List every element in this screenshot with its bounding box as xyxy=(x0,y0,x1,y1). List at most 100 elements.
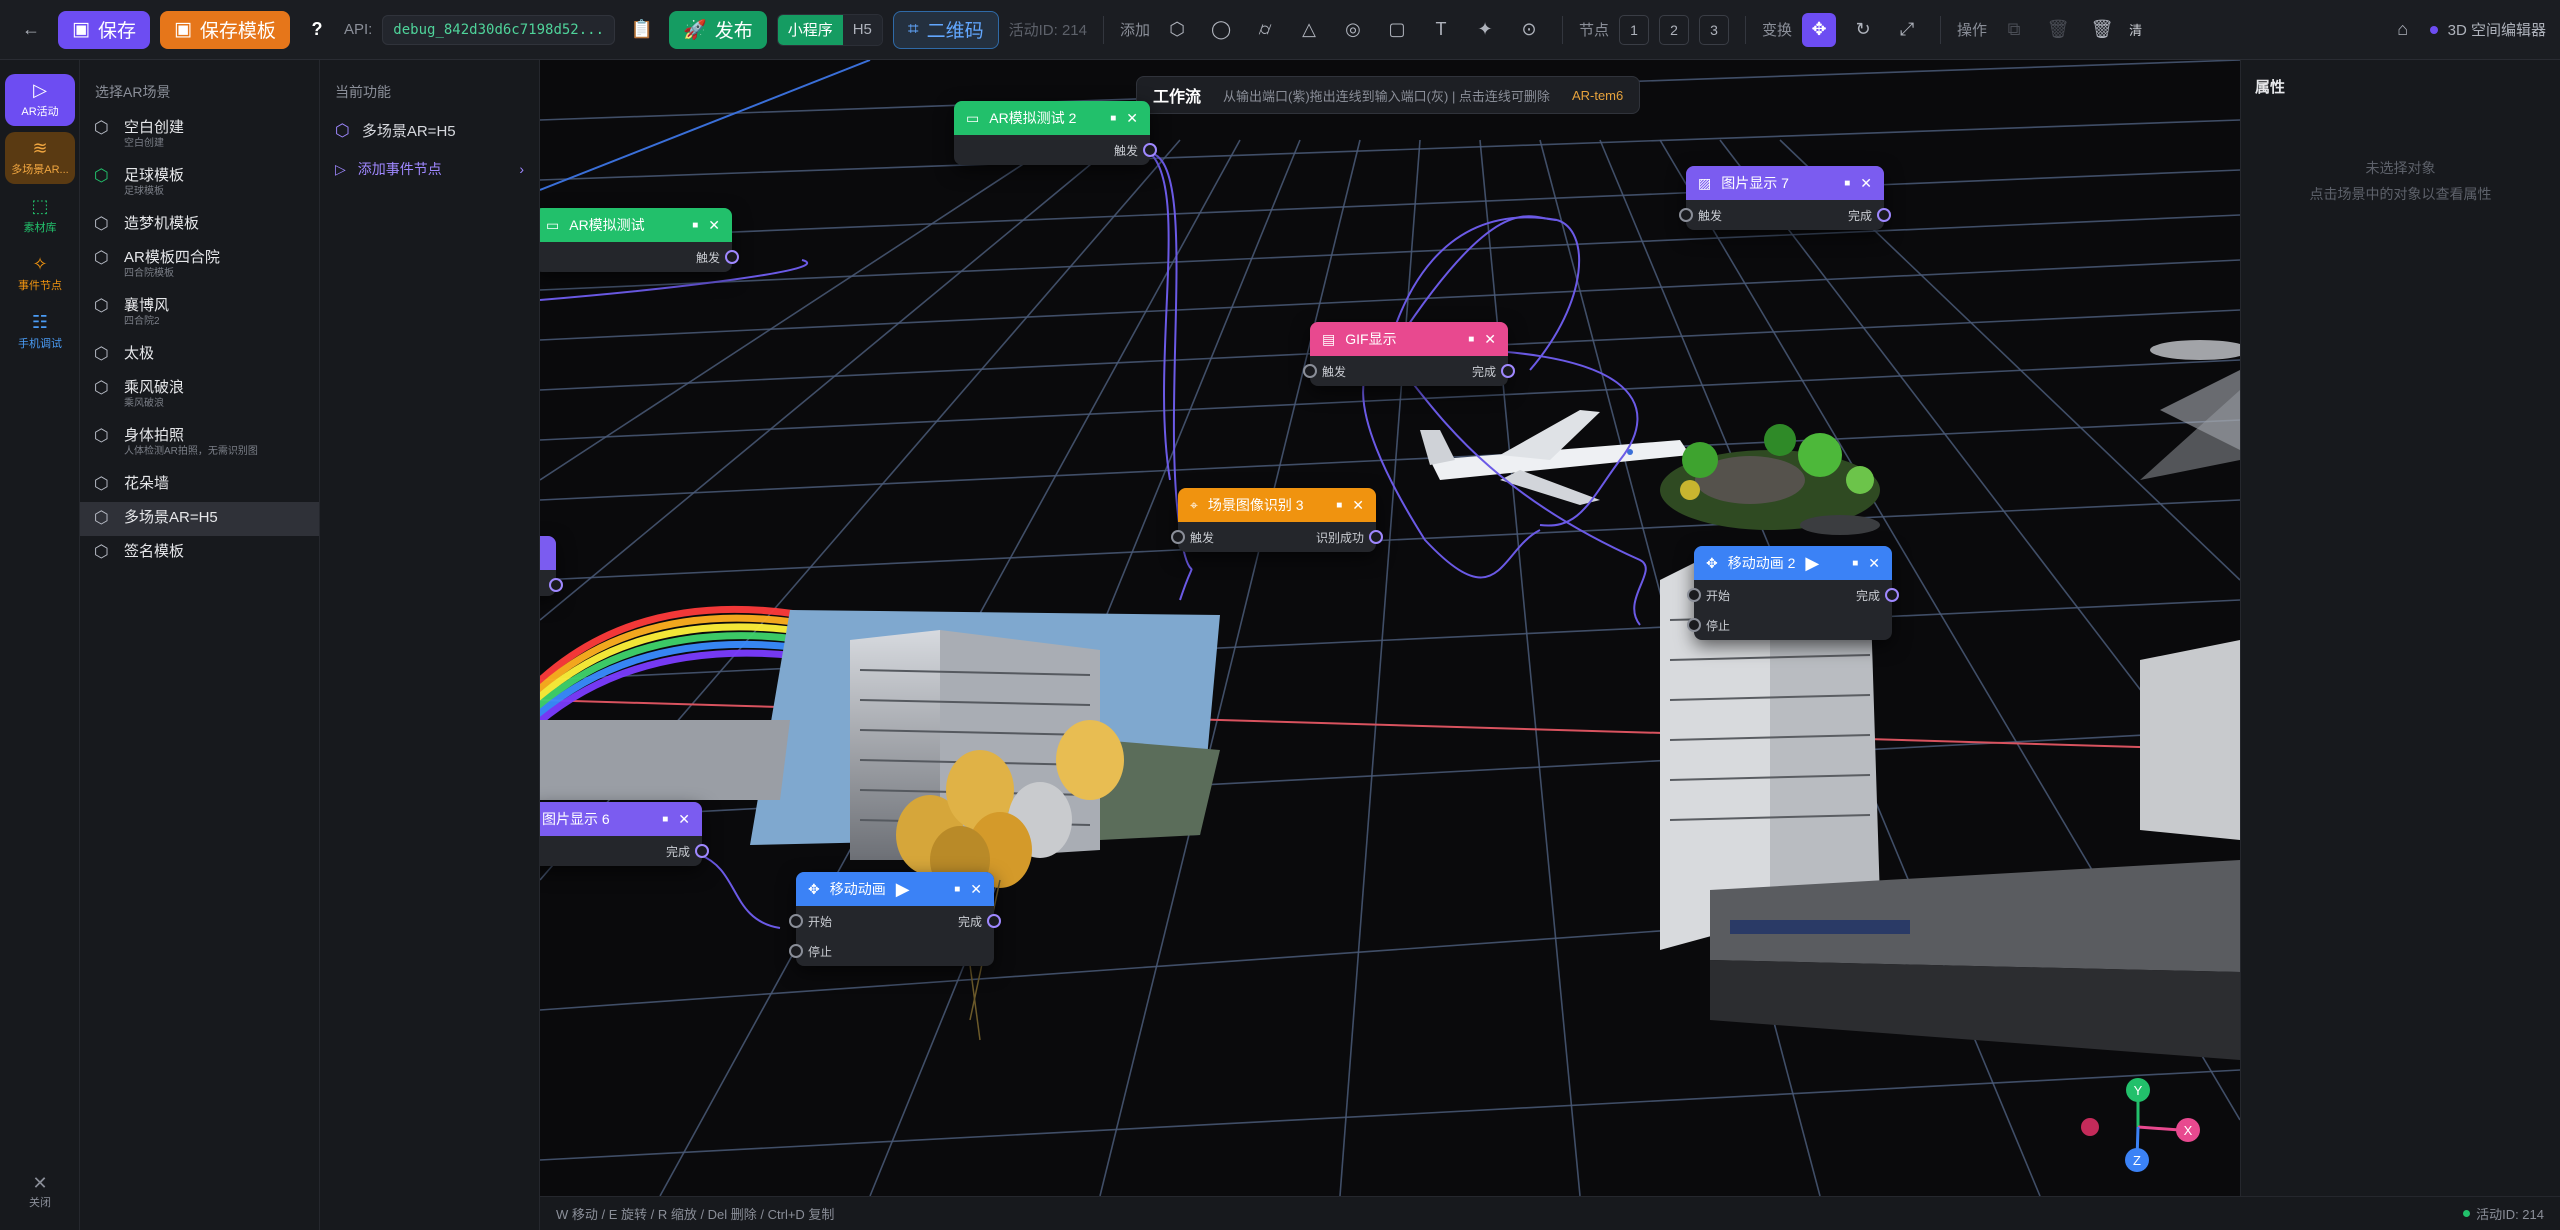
clipboard-icon[interactable]: 📋 xyxy=(625,13,659,47)
node-menu-icon[interactable]: ■ xyxy=(954,884,960,895)
node-header[interactable]: ⌖ 场景图像识别 3 ■ ✕ xyxy=(1178,488,1376,522)
output-port[interactable] xyxy=(1369,530,1383,544)
output-port[interactable] xyxy=(1143,143,1157,157)
scale-tool-icon[interactable]: ⤢ xyxy=(1890,13,1924,47)
node-header[interactable]: ✥ 移动动画 ▶ ■ ✕ xyxy=(796,872,994,906)
output-port[interactable] xyxy=(987,914,1001,928)
cone-icon[interactable]: △ xyxy=(1292,13,1326,47)
node-menu-icon[interactable]: ■ xyxy=(1844,178,1850,189)
text-icon[interactable]: T xyxy=(1424,13,1458,47)
close-icon[interactable]: ✕ xyxy=(1352,497,1364,514)
clear-label[interactable]: 清 xyxy=(2129,20,2142,39)
close-icon[interactable]: ✕ xyxy=(678,811,690,828)
rail-close[interactable]: ✕ 关闭 xyxy=(0,1173,80,1210)
input-port[interactable] xyxy=(1303,364,1317,378)
rail-assets[interactable]: ⬚ 素材库 xyxy=(5,190,75,242)
input-port[interactable] xyxy=(789,944,803,958)
close-icon[interactable]: ✕ xyxy=(970,881,982,898)
play-icon[interactable]: ▶ xyxy=(896,879,910,900)
output-port[interactable] xyxy=(1877,208,1891,222)
save-button[interactable]: ▣ 保存 xyxy=(58,10,150,49)
cylinder-icon[interactable]: ⌭ xyxy=(1248,13,1282,47)
move-tool-icon[interactable]: ✥ xyxy=(1802,12,1837,47)
node-menu-icon[interactable]: ■ xyxy=(1110,113,1116,124)
node-button-2[interactable]: 2 xyxy=(1659,14,1690,45)
output-port[interactable] xyxy=(1885,588,1899,602)
scene-item[interactable]: ⬡ 空白创建 空白创建 xyxy=(80,112,319,160)
node-menu-icon[interactable]: ■ xyxy=(662,814,668,825)
node-gif-display[interactable]: ▤ GIF显示 ■ ✕ 触发 完成 xyxy=(1303,322,1515,386)
current-feature-item[interactable]: ⬡ 多场景AR=H5 xyxy=(320,112,539,149)
output-port[interactable] xyxy=(1501,364,1515,378)
3d-viewport[interactable]: Y X Z 工作流 从输出端口(紫)拖出连线到输入端口(灰) | 点击连线可删除… xyxy=(540,60,2240,1196)
node-ar-test-2[interactable]: ▭ AR模拟测试 2 ■ ✕ 触发 xyxy=(954,101,1157,165)
input-port[interactable] xyxy=(1679,208,1693,222)
airplane-model[interactable] xyxy=(1420,410,1690,505)
scene-item[interactable]: ⬡ 襄博风 四合院2 xyxy=(80,290,319,338)
mode-h5[interactable]: H5 xyxy=(842,14,882,45)
qrcode-button[interactable]: ⌗ 二维码 xyxy=(892,10,999,49)
publish-button[interactable]: 🚀 发布 xyxy=(669,10,767,49)
node-header[interactable]: ▤ GIF显示 ■ ✕ xyxy=(1310,322,1508,356)
api-key-field[interactable]: debug_842d30d6c7198d52... xyxy=(382,14,616,45)
node-header[interactable]: ▭ AR模拟测试 ■ ✕ xyxy=(540,208,732,242)
node-move-animation[interactable]: ✥ 移动动画 ▶ ■ ✕ 开始 完成 停止 xyxy=(789,872,1001,966)
node-button-1[interactable]: 1 xyxy=(1619,14,1650,45)
light-icon[interactable]: ⊙ xyxy=(1512,13,1546,47)
node-button-3[interactable]: 3 xyxy=(1699,14,1730,45)
particles-icon[interactable]: ✦ xyxy=(1468,13,1502,47)
node-ar-test[interactable]: ▭ AR模拟测试 ■ ✕ 触发 xyxy=(540,208,739,272)
home-icon[interactable]: ⌂ xyxy=(2386,13,2420,47)
node-header[interactable] xyxy=(540,536,556,570)
rotate-tool-icon[interactable]: ↻ xyxy=(1846,13,1880,47)
input-port[interactable] xyxy=(1171,530,1185,544)
output-port[interactable] xyxy=(549,578,563,592)
island-model[interactable] xyxy=(1660,424,1880,535)
trash-icon[interactable]: 🗑 xyxy=(2085,13,2119,47)
help-button[interactable]: ? xyxy=(300,13,334,47)
node-scene-recognition-3[interactable]: ⌖ 场景图像识别 3 ■ ✕ 触发 识别成功 xyxy=(1171,488,1383,552)
scene-item[interactable]: ⬡ 太极 xyxy=(80,338,319,372)
scene-item[interactable]: ⬡ 签名模板 xyxy=(80,536,319,570)
duplicate-icon[interactable]: ⧉ xyxy=(1997,13,2031,47)
node-move-animation-2[interactable]: ✥ 移动动画 2 ▶ ■ ✕ 开始 完成 停止 xyxy=(1687,546,1899,640)
rail-multi-scene[interactable]: ≋ 多场景AR... xyxy=(5,132,75,184)
node-header[interactable]: 图片显示 6 ■ ✕ xyxy=(540,802,702,836)
play-icon[interactable]: ▶ xyxy=(1805,553,1819,574)
close-icon[interactable]: ✕ xyxy=(1860,175,1872,192)
rail-event-nodes[interactable]: ✧ 事件节点 xyxy=(5,248,75,300)
cube-icon[interactable]: ⬡ xyxy=(1160,13,1194,47)
scene-item[interactable]: ⬡ 造梦机模板 xyxy=(80,208,319,242)
output-port[interactable] xyxy=(695,844,709,858)
back-arrow-icon[interactable]: ← xyxy=(14,13,48,47)
axis-gizmo[interactable]: Y X Z xyxy=(2081,1078,2200,1172)
delete-icon[interactable]: 🗑 xyxy=(2041,13,2075,47)
input-port[interactable] xyxy=(1687,618,1701,632)
mode-miniprogram[interactable]: 小程序 xyxy=(777,14,843,45)
node-image-display-7[interactable]: ▨ 图片显示 7 ■ ✕ 触发 完成 xyxy=(1679,166,1891,230)
close-icon[interactable]: ✕ xyxy=(1126,110,1138,127)
node-menu-icon[interactable]: ■ xyxy=(1468,334,1474,345)
node-menu-icon[interactable]: ■ xyxy=(692,220,698,231)
scene-item[interactable]: ⬡ 多场景AR=H5 xyxy=(80,502,319,536)
scene-item[interactable]: ⬡ 乘风破浪 乘风破浪 xyxy=(80,372,319,420)
node-header[interactable]: ▭ AR模拟测试 2 ■ ✕ xyxy=(954,101,1150,135)
node-image-display-6[interactable]: 图片显示 6 ■ ✕ 完成 xyxy=(540,802,709,866)
node-header[interactable]: ✥ 移动动画 2 ▶ ■ ✕ xyxy=(1694,546,1892,580)
input-port[interactable] xyxy=(789,914,803,928)
save-template-button[interactable]: ▣ 保存模板 xyxy=(159,10,290,49)
close-icon[interactable]: ✕ xyxy=(708,217,720,234)
rail-ar-activity[interactable]: ▷ AR活动 xyxy=(5,74,75,126)
scene-item[interactable]: ⬡ 身体拍照 人体检测AR拍照，无需识别图 xyxy=(80,420,319,468)
sphere-icon[interactable]: ◯ xyxy=(1204,13,1238,47)
node-menu-icon[interactable]: ■ xyxy=(1852,558,1858,569)
close-icon[interactable]: ✕ xyxy=(1484,331,1496,348)
node-offscreen-stub[interactable] xyxy=(540,536,563,596)
rail-phone-debug[interactable]: ☷ 手机调试 xyxy=(5,306,75,358)
torus-icon[interactable]: ◎ xyxy=(1336,13,1370,47)
node-header[interactable]: ▨ 图片显示 7 ■ ✕ xyxy=(1686,166,1884,200)
add-event-node-link[interactable]: ▷ 添加事件节点 › xyxy=(320,151,539,187)
node-menu-icon[interactable]: ■ xyxy=(1336,500,1342,511)
output-port[interactable] xyxy=(725,250,739,264)
plane-icon[interactable]: ▢ xyxy=(1380,13,1414,47)
